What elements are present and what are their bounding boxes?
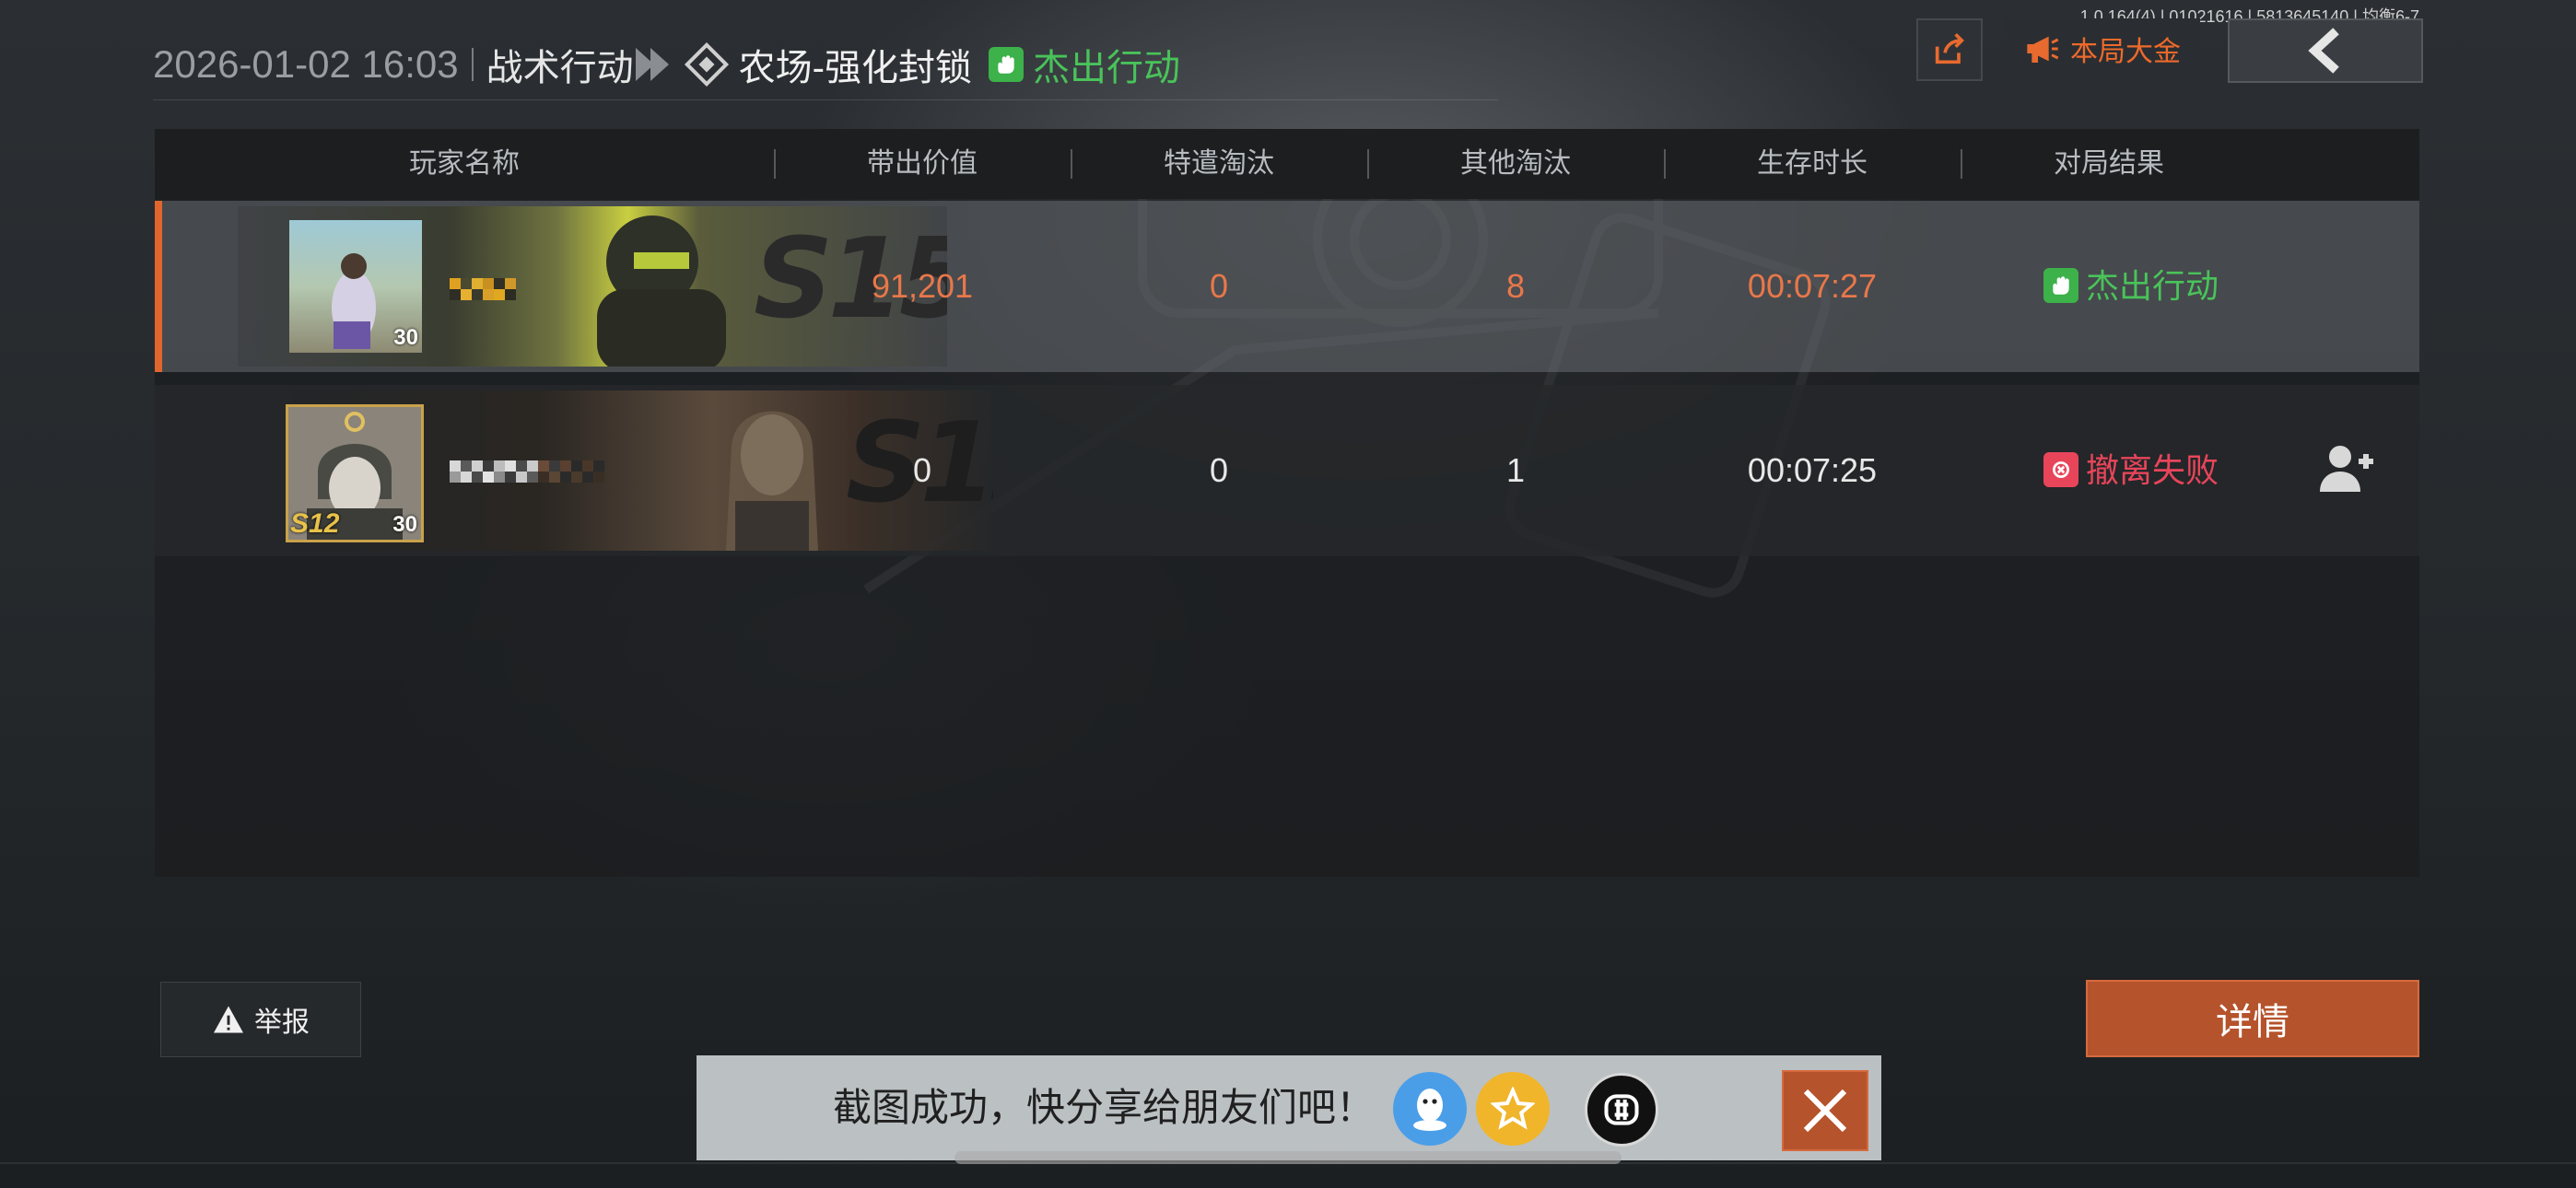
success-hand-icon (988, 47, 1024, 82)
back-button[interactable] (2228, 18, 2423, 83)
game-circle-icon[interactable] (1585, 1073, 1658, 1147)
column-player-name: 玩家名称 (409, 148, 520, 179)
column-survival-time: 生存时长 (1757, 148, 1868, 179)
player-name-redacted (450, 460, 604, 483)
column-extract-value: 带出价值 (867, 148, 978, 179)
row-result-label: 撤离失败 (2085, 451, 2219, 489)
player-level: 30 (392, 512, 417, 537)
details-label: 详情 (2216, 1002, 2289, 1042)
table-row-self[interactable]: S15 30 91,201 0 8 00:07:27 杰出行动 (155, 201, 2419, 372)
toast-message: 截图成功，快分享给朋友们吧！ (833, 1086, 1376, 1129)
column-special-kills: 特遣淘汰 (1164, 148, 1274, 179)
special-kills: 0 (1209, 451, 1229, 489)
match-result: 杰出行动 (1032, 48, 1180, 88)
player-avatar[interactable]: 30 (289, 220, 422, 353)
other-kills: 8 (1505, 267, 1526, 305)
match-header: 2026-01-02 16:03 战术行动 农场-强化封锁 杰出行动 (153, 37, 1180, 92)
close-icon (1803, 1089, 1847, 1133)
extract-value: 0 (912, 451, 932, 489)
toast-close-button[interactable] (1782, 1070, 1868, 1151)
screenshot-share-toast: 截图成功，快分享给朋友们吧！ (697, 1055, 1881, 1160)
header-underline (153, 99, 1498, 100)
special-kills: 0 (1209, 267, 1229, 305)
column-other-kills: 其他淘汰 (1460, 148, 1571, 179)
avatar-frame-badge: S12 (290, 508, 340, 539)
back-arrow-icon (2308, 28, 2339, 74)
survival-time: 00:07:25 (1747, 451, 1878, 489)
header-divider (471, 48, 474, 81)
bounty-button[interactable]: 本局大金 (2005, 18, 2200, 79)
table-row-teammate[interactable]: S13 S12 30 0 0 1 00:07:25 撤离失败 (155, 385, 2419, 556)
double-chevron-icon (635, 48, 669, 81)
game-mode: 战术行动 (486, 48, 634, 88)
row-result-label: 杰出行动 (2085, 267, 2219, 305)
table-header: 玩家名称 带出价值 特遣淘汰 其他淘汰 生存时长 对局结果 (155, 129, 2419, 199)
row-result: 杰出行动 (1961, 201, 2301, 372)
fail-cross-icon (2043, 452, 2078, 488)
bottom-divider (0, 1162, 2576, 1164)
details-button[interactable]: 详情 (2086, 980, 2419, 1057)
other-kills: 1 (1505, 451, 1526, 489)
map-name: 农场-强化封锁 (738, 48, 972, 88)
match-datetime: 2026-01-02 16:03 (153, 42, 459, 86)
operator-art (597, 215, 726, 367)
report-button[interactable]: 举报 (160, 982, 361, 1057)
qq-icon[interactable] (1393, 1072, 1467, 1146)
player-level: 30 (393, 325, 418, 350)
player-name-redacted (450, 278, 516, 300)
success-hand-icon (2043, 268, 2078, 304)
add-friend-button[interactable] (2311, 431, 2384, 505)
report-label: 举报 (254, 1007, 310, 1038)
warning-icon (214, 1006, 243, 1033)
share-icon (1935, 33, 1964, 64)
extract-value: 91,201 (871, 267, 974, 305)
megaphone-icon (2027, 36, 2059, 63)
column-match-result: 对局结果 (2054, 148, 2164, 179)
survival-time: 00:07:27 (1747, 267, 1878, 305)
qzone-icon[interactable] (1476, 1072, 1550, 1146)
scoreboard-table: 玩家名称 带出价值 特遣淘汰 其他淘汰 生存时长 对局结果 S15 30 (155, 129, 2419, 877)
map-marker-icon (684, 41, 729, 87)
share-button[interactable] (1916, 18, 1983, 81)
bounty-label: 本局大金 (2070, 37, 2181, 67)
row-result: 撤离失败 (1961, 385, 2301, 556)
add-friend-icon (2320, 446, 2373, 492)
player-avatar[interactable]: S12 30 (286, 404, 424, 542)
